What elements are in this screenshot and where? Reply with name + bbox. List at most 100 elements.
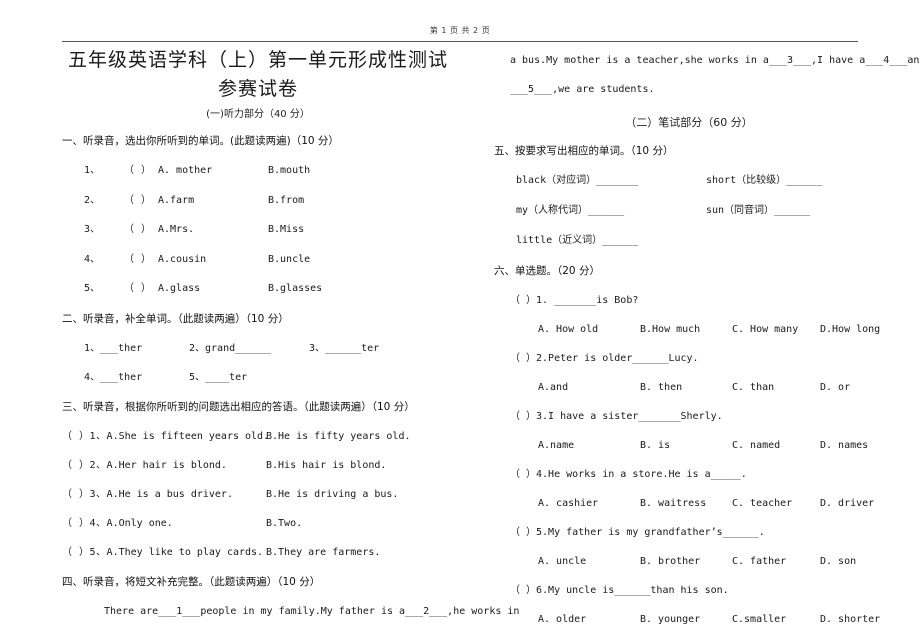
choice-a: A.and bbox=[538, 382, 569, 393]
question-row: 5、 （ ） A.glass B.glasses bbox=[62, 274, 454, 304]
option-a: （ ）3、A.He is a bus driver. bbox=[62, 480, 266, 509]
two-column-body: 五年级英语学科（上）第一单元形成性测试 参赛试卷 (一)听力部分（40 分） 一… bbox=[62, 46, 920, 627]
mcq-stem: （ ）2.Peter is older______Lucy. bbox=[510, 353, 699, 364]
item-number: 2、 bbox=[84, 194, 101, 206]
choice-d: D. or bbox=[820, 382, 851, 393]
question-row: 4、 （ ） A.cousin B.uncle bbox=[62, 245, 454, 275]
item-number: 3、 bbox=[84, 224, 101, 235]
document-title-line1: 五年级英语学科（上）第一单元形成性测试 bbox=[67, 49, 448, 71]
mcq-choices: A.name B. is C. named D. names bbox=[494, 431, 884, 460]
item-number: 1、 bbox=[84, 165, 101, 176]
option-b: B.His hair is blond. bbox=[266, 459, 387, 471]
fill-blank-row: 1、___ther 2、grand______ 3、______ter bbox=[62, 334, 454, 363]
word-form-row: black（对应词）_______ short（比较级）______ bbox=[494, 166, 884, 196]
answer-bracket: （ ） bbox=[124, 253, 152, 265]
fill-blank-item: 1、___ther bbox=[84, 342, 143, 354]
option-b: B.Two. bbox=[266, 517, 303, 529]
answer-bracket-lead: （ ）1、 bbox=[62, 430, 107, 442]
choice-a: A. How old bbox=[538, 324, 599, 335]
answer-bracket-lead: （ ）4、 bbox=[62, 517, 107, 529]
word-form-left: little（近义词）______ bbox=[516, 235, 639, 246]
answer-bracket-lead: （ ）5、 bbox=[62, 546, 107, 558]
word-form-row: my（人称代词）______ sun（同音词）______ bbox=[494, 196, 884, 226]
choice-d: D. son bbox=[820, 556, 857, 567]
fill-blank-item: 5、____ter bbox=[189, 371, 248, 383]
option-a: A.farm bbox=[158, 194, 195, 206]
mcq-choices: A. cashier B. waitress C. teacher D. dri… bbox=[494, 489, 884, 518]
choice-c: C.smaller bbox=[732, 614, 787, 625]
option-a: A. mother bbox=[158, 165, 213, 176]
option-b: B.Miss bbox=[268, 224, 305, 235]
choice-c: C. than bbox=[732, 382, 775, 393]
cloze-passage-line-3: ___5___,we are students. bbox=[510, 84, 655, 95]
choice-c: C. father bbox=[732, 556, 787, 567]
option-a-text: A.Only one. bbox=[106, 517, 173, 529]
fill-blank-row: 4、___ther 5、____ter bbox=[62, 363, 454, 392]
choice-a: A. uncle bbox=[538, 556, 587, 567]
section-4-heading: 四、听录音，将短文补充完整。（此题读两遍）（10 分） bbox=[62, 575, 321, 588]
mcq-stem: （ ）3.I have a sister_______Sherly. bbox=[510, 411, 723, 422]
option-a-text: A.She is fifteen years old. bbox=[106, 430, 270, 442]
section-5-heading: 五、按要求写出相应的单词。（10 分） bbox=[494, 145, 674, 157]
choice-c: C. How many bbox=[732, 324, 799, 335]
choice-d: D.How long bbox=[820, 324, 881, 335]
choice-b: B. then bbox=[640, 382, 683, 393]
choice-a: A. older bbox=[538, 614, 587, 625]
choice-a: A. cashier bbox=[538, 498, 599, 509]
fill-blank-item: 3、______ter bbox=[309, 342, 380, 354]
word-form-left: black（对应词）_______ bbox=[516, 175, 639, 186]
exam-paper-page: 第 1 页 共 2 页 五年级英语学科（上）第一单元形成性测试 参赛试卷 (一)… bbox=[0, 0, 920, 637]
word-form-right: short（比较级）______ bbox=[706, 175, 823, 186]
section-6-heading: 六、单选题。（20 分） bbox=[494, 265, 600, 277]
option-a-text: A.He is a bus driver. bbox=[106, 488, 233, 500]
word-form-row: little（近义词）______ bbox=[494, 226, 884, 256]
part-heading-listening: (一)听力部分（40 分） bbox=[206, 109, 310, 120]
option-a: A.Mrs. bbox=[158, 224, 195, 235]
option-b: B.mouth bbox=[268, 165, 311, 176]
answer-bracket: （ ） bbox=[124, 283, 152, 294]
question-row: 2、 （ ） A.farm B.from bbox=[62, 186, 454, 216]
option-a: A.glass bbox=[158, 283, 201, 294]
fill-blank-item: 4、___ther bbox=[84, 371, 143, 383]
option-a-text: A.They like to play cards. bbox=[106, 546, 264, 558]
left-column: 五年级英语学科（上）第一单元形成性测试 参赛试卷 (一)听力部分（40 分） 一… bbox=[62, 46, 519, 627]
mcq-stem: （ ）4.He works in a store.He is a_____. bbox=[510, 469, 747, 480]
option-a: （ ）4、A.Only one. bbox=[62, 509, 266, 538]
header-divider-rule bbox=[62, 41, 858, 42]
option-a: （ ）5、A.They like to play cards. bbox=[62, 538, 266, 567]
mcq-choices: A. uncle B. brother C. father D. son bbox=[494, 547, 884, 576]
question-row: 3、 （ ） A.Mrs. B.Miss bbox=[62, 215, 454, 245]
choice-b: B. younger bbox=[640, 614, 701, 625]
answer-bracket: （ ） bbox=[124, 194, 152, 206]
option-a: （ ）2、A.Her hair is blond. bbox=[62, 451, 266, 480]
choice-b: B. is bbox=[640, 440, 671, 451]
question-row: （ ）1、A.She is fifteen years old. B.He is… bbox=[62, 422, 454, 451]
page-folio: 第 1 页 共 2 页 bbox=[429, 26, 491, 35]
option-b: B.He is fifty years old. bbox=[266, 430, 411, 442]
fill-blank-item: 2、grand______ bbox=[189, 342, 272, 354]
choice-d: D. shorter bbox=[820, 614, 881, 625]
choice-c: C. named bbox=[732, 440, 781, 451]
section-1-heading: 一、听录音，选出你所听到的单词。(此题读两遍)（10 分） bbox=[62, 135, 339, 147]
document-title-line2: 参赛试卷 bbox=[217, 78, 298, 100]
choice-b: B. brother bbox=[640, 556, 701, 567]
right-column: a bus.My mother is a teacher,she works i… bbox=[486, 46, 920, 627]
choice-d: D. driver bbox=[820, 498, 875, 509]
mcq-choices: A.and B. then C. than D. or bbox=[494, 373, 884, 402]
item-number: 5、 bbox=[84, 283, 101, 294]
mcq-choices: A. older B. younger C.smaller D. shorter bbox=[494, 605, 884, 634]
choice-b: B.How much bbox=[640, 324, 701, 335]
option-a: （ ）1、A.She is fifteen years old. bbox=[62, 422, 269, 451]
choice-d: D. names bbox=[820, 440, 869, 451]
word-form-left: my（人称代词）______ bbox=[516, 205, 625, 216]
answer-bracket: （ ） bbox=[124, 224, 152, 235]
option-b: B.uncle bbox=[268, 253, 311, 265]
answer-bracket-lead: （ ）2、 bbox=[62, 459, 107, 471]
question-row: （ ）4、A.Only one. B.Two. bbox=[62, 509, 454, 538]
option-b: B.glasses bbox=[268, 283, 323, 294]
option-a: A.cousin bbox=[158, 253, 207, 265]
mcq-stem: （ ）1. _______is Bob? bbox=[510, 295, 639, 306]
question-row: 1、 （ ） A. mother B.mouth bbox=[62, 156, 454, 186]
word-form-right: sun（同音词）______ bbox=[706, 205, 811, 216]
mcq-stem: （ ）5.My father is my grandfather’s______… bbox=[510, 527, 765, 538]
